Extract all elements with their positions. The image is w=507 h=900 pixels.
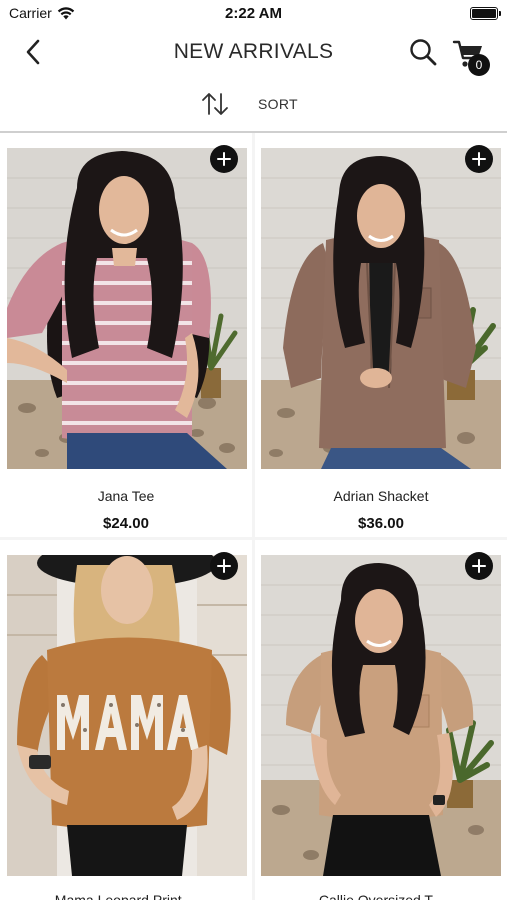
nav-bar: NEW ARRIVALS 0 bbox=[0, 28, 507, 76]
product-card[interactable]: Jana Tee $24.00 bbox=[0, 133, 252, 537]
product-image[interactable] bbox=[261, 148, 501, 469]
product-image[interactable] bbox=[261, 555, 501, 876]
product-card[interactable]: Mama Leopard Print ... bbox=[0, 540, 252, 900]
search-icon bbox=[410, 39, 437, 66]
add-to-cart-button[interactable] bbox=[465, 552, 493, 580]
product-price: $36.00 bbox=[358, 515, 404, 532]
product-card[interactable]: Adrian Shacket $36.00 bbox=[255, 133, 507, 537]
cart-count-badge: 0 bbox=[468, 54, 490, 76]
product-name: Adrian Shacket bbox=[333, 488, 429, 504]
battery-icon bbox=[470, 7, 501, 20]
add-to-cart-button[interactable] bbox=[465, 145, 493, 173]
product-image[interactable] bbox=[7, 148, 247, 469]
sort-label: SORT bbox=[258, 96, 298, 112]
product-name: Mama Leopard Print ... bbox=[54, 892, 198, 900]
back-button[interactable] bbox=[22, 38, 46, 66]
product-name: Callie Oversized T... bbox=[318, 892, 444, 900]
add-to-cart-button[interactable] bbox=[210, 552, 238, 580]
product-name: Jana Tee bbox=[97, 488, 155, 504]
sort-button[interactable]: SORT bbox=[200, 90, 298, 118]
chevron-left-icon bbox=[26, 39, 40, 65]
product-grid: Jana Tee $24.00 Adrian Shacket $36.00 Ma… bbox=[0, 133, 507, 900]
product-card[interactable]: Callie Oversized T... bbox=[255, 540, 507, 900]
status-time: 2:22 AM bbox=[225, 5, 282, 22]
sort-bar: SORT bbox=[0, 84, 507, 130]
search-button[interactable] bbox=[408, 37, 438, 67]
product-price: $24.00 bbox=[103, 515, 149, 532]
sort-arrows-icon bbox=[202, 93, 228, 115]
product-image[interactable] bbox=[7, 555, 247, 876]
status-bar: Carrier 2:22 AM bbox=[0, 0, 507, 28]
add-to-cart-button[interactable] bbox=[210, 145, 238, 173]
